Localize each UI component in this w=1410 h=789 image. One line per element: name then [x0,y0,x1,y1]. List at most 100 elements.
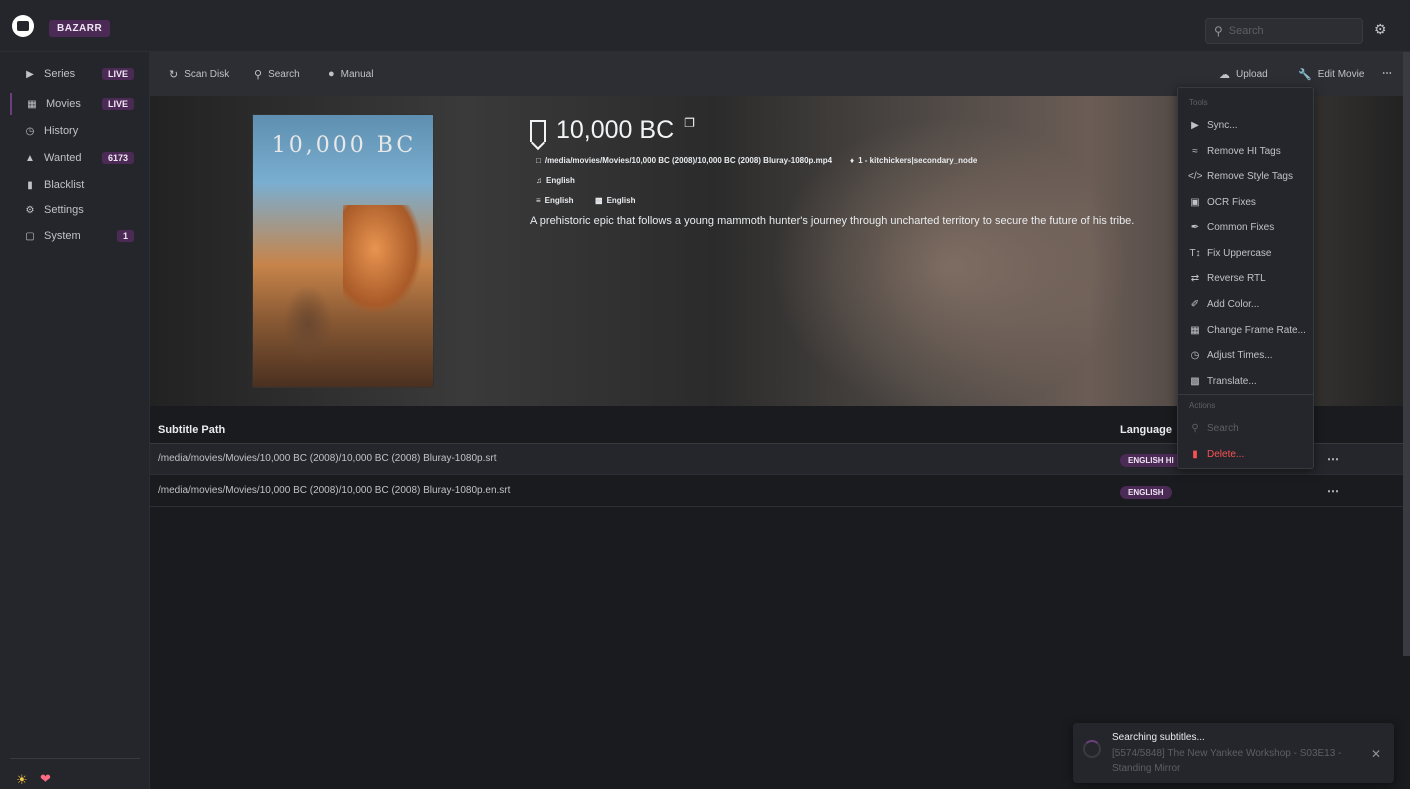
edit-movie-button[interactable]: 🔧 Edit Movie [1298,68,1364,81]
menu-item-add-color[interactable]: ✐ Add Color... [1178,293,1313,315]
subtitle-language-pill: ▩ English [589,194,641,207]
laptop-icon: ▢ [25,230,35,242]
search-label: Search [268,69,300,80]
sidebar-item-movies[interactable]: ▦ Movies LIVE [10,93,142,115]
deaf-icon: ≈ [1192,145,1198,157]
file-icon: ▮ [27,179,33,191]
notification-toast: Searching subtitles... [5574/5848] The N… [1073,723,1394,783]
copy-icon[interactable]: ❐ [684,116,695,130]
search-box[interactable]: ⚲ [1205,18,1363,44]
column-header-path: Subtitle Path [158,424,226,436]
menu-divider [1178,394,1313,395]
warning-icon: ▲ [25,152,35,164]
search-input[interactable] [1228,25,1349,37]
tag-icon: ♦ [850,156,855,165]
menu-item-label: Fix Uppercase [1207,247,1272,259]
gear-icon[interactable]: ⚙ [1374,22,1388,36]
audio-pill: ♫ English [530,174,581,187]
sidebar-item-series[interactable]: ▶ Series LIVE [10,63,142,85]
image-icon: ▣ [1190,196,1200,208]
poster-tiger-art [343,205,423,315]
menu-item-sync[interactable]: ▶ Sync... [1178,114,1313,136]
edit-movie-label: Edit Movie [1317,69,1365,80]
subtitle-path: /media/movies/Movies/10,000 BC (2008)/10… [158,485,511,496]
sidebar-item-label: Series [44,68,76,80]
close-icon[interactable]: ✕ [1371,747,1381,761]
movie-overview: A prehistoric epic that follows a young … [530,215,1135,227]
subtitle-tools-menu: Tools ▶ Sync... ≈ Remove HI Tags </> Rem… [1177,87,1314,469]
film-icon: ▦ [27,98,37,110]
toast-message: [5574/5848] The New Yankee Workshop - S0… [1112,748,1342,774]
wrench-icon: 🔧 [1298,69,1312,81]
menu-section-tools: Tools [1189,98,1208,107]
movie-tag-pill: ♦ 1 - kitchickers|secondary_node [844,154,983,167]
sidebar-item-blacklist[interactable]: ▮ Blacklist [10,174,142,196]
manual-button[interactable]: ● Manual [328,68,373,80]
menu-item-label: Delete... [1207,448,1245,460]
status-badge: LIVE [101,68,134,80]
row-menu-icon[interactable]: ⋯ [1327,484,1339,498]
language-pill: ≡ English [530,194,580,207]
heart-icon[interactable]: ❤ [40,771,51,787]
count-badge: 6173 [101,152,134,164]
magic-icon: ✒ [1190,221,1200,233]
poster-hunter-art [283,285,333,365]
logo-icon[interactable] [12,15,34,37]
search-icon: ⚲ [1214,24,1223,38]
bookmark-icon[interactable] [530,119,546,142]
brand-badge[interactable]: BAZARR [49,20,111,37]
movie-path: /media/movies/Movies/10,000 BC (2008)/10… [544,156,833,165]
align-icon: ≡ [536,196,541,205]
closed-captioning-icon: ▩ [595,196,603,205]
menu-item-label: Remove Style Tags [1207,170,1293,182]
sidebar-item-label: Settings [44,204,84,216]
sidebar-item-system[interactable]: ▢ System 1 [10,225,142,247]
menu-item-remove-hi-tags[interactable]: ≈ Remove HI Tags [1178,140,1313,162]
sidebar-item-label: Wanted [44,152,82,164]
menu-item-label: Adjust Times... [1207,349,1273,361]
sidebar-item-history[interactable]: ◷ History [10,120,142,142]
movie-title-row: 10,000 BC ❐ [530,116,695,145]
sidebar-item-wanted[interactable]: ▲ Wanted 6173 [10,147,142,169]
menu-item-adjust-times[interactable]: ◷ Adjust Times... [1178,344,1313,366]
language-badge: ENGLISH [1120,486,1172,499]
trash-icon: ▮ [1192,448,1198,460]
upload-button[interactable]: ☁ Upload [1219,68,1268,81]
movie-tag: 1 - kitchickers|secondary_node [858,156,978,165]
menu-section-actions: Actions [1189,401,1216,410]
movie-poster: 10,000 BC [252,114,434,388]
sun-icon[interactable]: ☀ [16,772,28,788]
menu-item-change-frame-rate[interactable]: ▦ Change Frame Rate... [1178,319,1313,341]
more-icon[interactable]: ⋯ [1382,68,1392,79]
sidebar: ▶ Series LIVE ▦ Movies LIVE ◷ History ▲ … [0,52,150,789]
profile-language: English [544,196,574,205]
column-header-language: Language [1120,424,1172,436]
menu-item-fix-uppercase[interactable]: T↕ Fix Uppercase [1178,242,1313,264]
language-badge: ENGLISH HI [1120,454,1182,467]
scrollbar[interactable] [1403,52,1410,656]
scan-disk-button[interactable]: ↻ Scan Disk [169,68,229,81]
menu-item-label: OCR Fixes [1207,196,1256,208]
menu-item-label: Reverse RTL [1207,272,1266,284]
search-icon: ⚲ [1191,422,1199,434]
language-icon: ▩ [1190,375,1200,387]
sidebar-divider [10,758,140,759]
folder-icon: □ [536,156,541,165]
table-row[interactable]: /media/movies/Movies/10,000 BC (2008)/10… [150,476,1403,507]
play-icon: ▶ [1191,119,1199,131]
menu-item-delete[interactable]: ▮ Delete... [1178,443,1313,465]
menu-item-remove-style-tags[interactable]: </> Remove Style Tags [1178,165,1313,187]
menu-item-label: Add Color... [1207,298,1260,310]
menu-item-reverse-rtl[interactable]: ⇄ Reverse RTL [1178,267,1313,289]
gears-icon: ⚙ [25,204,35,216]
paint-brush-icon: ✐ [1190,298,1200,310]
clock-icon: ◷ [25,125,35,137]
menu-item-translate[interactable]: ▩ Translate... [1178,370,1313,392]
menu-item-common-fixes[interactable]: ✒ Common Fixes [1178,216,1313,238]
sidebar-item-settings[interactable]: ⚙ Settings [10,199,142,221]
menu-item-ocr-fixes[interactable]: ▣ OCR Fixes [1178,191,1313,213]
movie-path-pill: □ /media/movies/Movies/10,000 BC (2008)/… [530,154,838,167]
search-button[interactable]: ⚲ Search [254,68,300,81]
row-menu-icon[interactable]: ⋯ [1327,452,1339,466]
menu-item-label: Change Frame Rate... [1207,324,1306,336]
